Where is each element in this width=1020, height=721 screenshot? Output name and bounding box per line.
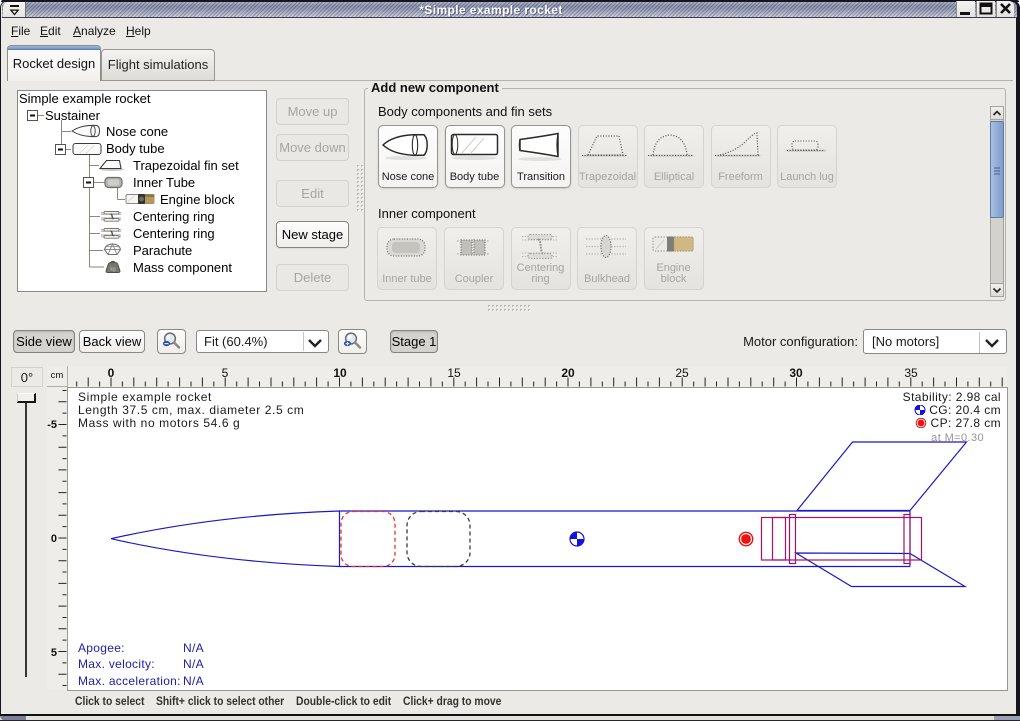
svg-text:-5: -5 [47,419,57,431]
svg-text:0: 0 [108,366,115,380]
svg-text:30: 30 [789,366,803,380]
svg-text:25: 25 [675,366,689,380]
svg-text:kg: kg [110,267,116,273]
svg-text:5: 5 [222,366,229,380]
svg-text:35: 35 [904,366,918,380]
svg-text:20: 20 [561,366,575,380]
svg-text:5: 5 [51,647,57,659]
svg-text:0: 0 [51,533,57,545]
svg-text:15: 15 [447,366,461,380]
svg-text:10: 10 [333,366,347,380]
